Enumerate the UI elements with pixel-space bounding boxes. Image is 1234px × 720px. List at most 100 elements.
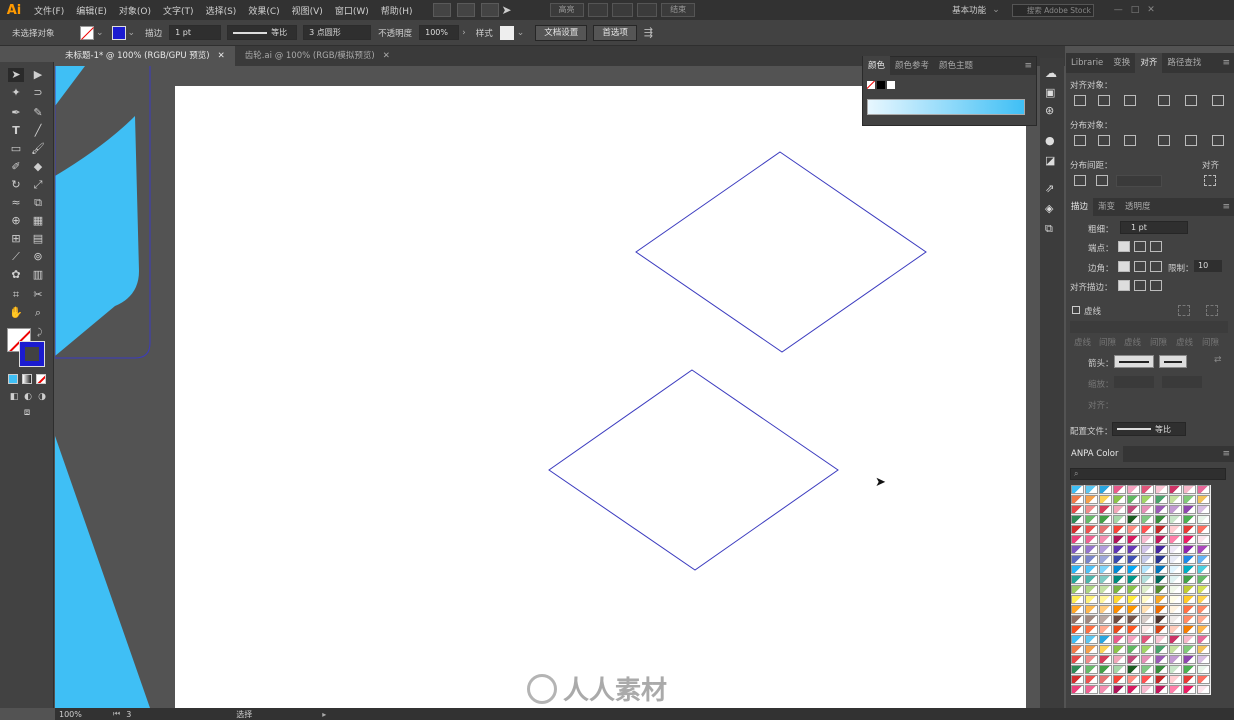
swatch-cell[interactable]: [1197, 685, 1210, 694]
weight-field[interactable]: 1 pt: [1120, 221, 1188, 234]
swatch-cell[interactable]: [1197, 625, 1210, 634]
swatch-cell[interactable]: [1113, 675, 1126, 684]
swatch-cell[interactable]: [1197, 645, 1210, 654]
swatch-cell[interactable]: [1183, 625, 1196, 634]
swatch-cell[interactable]: [1071, 635, 1084, 644]
swatch-cell[interactable]: [1169, 545, 1182, 554]
swatch-cell[interactable]: [1169, 605, 1182, 614]
swatch-cell[interactable]: [1071, 515, 1084, 524]
swatch-cell[interactable]: [1169, 635, 1182, 644]
swatch-cell[interactable]: [1183, 585, 1196, 594]
swatch-cell[interactable]: [1183, 565, 1196, 574]
swatch-cell[interactable]: [1085, 565, 1098, 574]
swatch-cell[interactable]: [1155, 595, 1168, 604]
swatch-cell[interactable]: [1113, 505, 1126, 514]
swatch-cell[interactable]: [1085, 555, 1098, 564]
swatch-cell[interactable]: [1183, 645, 1196, 654]
align-right-icon[interactable]: [1124, 95, 1136, 106]
distribute-hcenter-icon[interactable]: [1185, 135, 1197, 146]
swatch-cell[interactable]: [1155, 555, 1168, 564]
swatch-cell[interactable]: [1071, 485, 1084, 494]
butt-cap-icon[interactable]: [1118, 241, 1130, 252]
swatch-cell[interactable]: [1183, 595, 1196, 604]
swatch-cell[interactable]: [1127, 655, 1140, 664]
swatch-cell[interactable]: [1099, 655, 1112, 664]
eraser-icon[interactable]: ◆: [30, 160, 46, 174]
panel-menu-icon[interactable]: ≡: [1222, 58, 1234, 68]
swatch-cell[interactable]: [1071, 525, 1084, 534]
swatch-cell[interactable]: [1099, 595, 1112, 604]
swatch-cell[interactable]: [1071, 555, 1084, 564]
swatch-cell[interactable]: [1085, 525, 1098, 534]
swatch-cell[interactable]: [1071, 505, 1084, 514]
menu-select[interactable]: 选择(S): [200, 4, 243, 17]
maximize-icon[interactable]: □: [1131, 5, 1140, 15]
swatch-cell[interactable]: [1127, 565, 1140, 574]
color-mode-icon[interactable]: [8, 374, 18, 384]
swatch-cell[interactable]: [1169, 675, 1182, 684]
align-top-icon[interactable]: [1158, 95, 1170, 106]
swatch-cell[interactable]: [1169, 555, 1182, 564]
swatch-cell[interactable]: [1141, 615, 1154, 624]
menu-file[interactable]: 文件(F): [28, 4, 70, 17]
anpa-swatch-grid[interactable]: [1071, 485, 1211, 695]
zoom-level[interactable]: 100%: [59, 710, 99, 719]
distribute-right-icon[interactable]: [1212, 135, 1224, 146]
gpu-performance-icon[interactable]: ➤: [502, 3, 520, 17]
panel-menu-icon[interactable]: ≡: [1222, 449, 1234, 459]
preferences-button[interactable]: 首选项: [593, 24, 637, 41]
segment-highlight[interactable]: 高亮: [549, 3, 584, 17]
spacing-field[interactable]: [1116, 175, 1162, 187]
swatch-cell[interactable]: [1071, 675, 1084, 684]
swatch-cell[interactable]: [1141, 525, 1154, 534]
swatch-cell[interactable]: [1127, 605, 1140, 614]
swatch-cell[interactable]: [1141, 485, 1154, 494]
swatch-cell[interactable]: [1113, 485, 1126, 494]
swatch-cell[interactable]: [1085, 485, 1098, 494]
swatch-cell[interactable]: [1141, 535, 1154, 544]
swatch-cell[interactable]: [1155, 565, 1168, 574]
swatch-cell[interactable]: [1197, 595, 1210, 604]
start-scale-field[interactable]: [1114, 376, 1154, 388]
menu-edit[interactable]: 编辑(E): [70, 4, 113, 17]
artboard[interactable]: ➤ 人人素材: [175, 86, 1026, 710]
swatch-cell[interactable]: [1085, 665, 1098, 674]
distribute-left-icon[interactable]: [1158, 135, 1170, 146]
swatch-cell[interactable]: [1197, 535, 1210, 544]
swatch-cell[interactable]: [1071, 665, 1084, 674]
swatch-cell[interactable]: [1169, 625, 1182, 634]
swatch-cell[interactable]: [1113, 555, 1126, 564]
brush-definition[interactable]: 3 点圆形: [303, 25, 372, 40]
swatch-cell[interactable]: [1113, 665, 1126, 674]
arrange-docs-icon[interactable]: [480, 3, 499, 17]
swatch-cell[interactable]: [1113, 625, 1126, 634]
none-swatch[interactable]: [867, 81, 875, 89]
swatch-cell[interactable]: [1071, 655, 1084, 664]
column-graph-icon[interactable]: ▥: [30, 268, 46, 282]
swatch-cell[interactable]: [1169, 535, 1182, 544]
swatch-cell[interactable]: [1141, 625, 1154, 634]
document-setup-button[interactable]: 文档设置: [535, 24, 588, 41]
swatch-cell[interactable]: [1155, 645, 1168, 654]
close-icon[interactable]: ✕: [218, 46, 225, 66]
align-to-selection-icon[interactable]: [1204, 175, 1216, 186]
swatch-cell[interactable]: [1113, 615, 1126, 624]
swatch-cell[interactable]: [1127, 495, 1140, 504]
swatch-cell[interactable]: [1099, 685, 1112, 694]
layers-icon[interactable]: ◈: [1045, 202, 1053, 215]
minimize-icon[interactable]: —: [1114, 5, 1123, 15]
appearance-icon[interactable]: ●: [1045, 134, 1055, 147]
close-icon[interactable]: ✕: [383, 46, 390, 66]
swatch-cell[interactable]: [1071, 585, 1084, 594]
menu-view[interactable]: 视图(V): [286, 4, 329, 17]
anpa-title[interactable]: ANPA Color: [1066, 444, 1124, 464]
swatch-cell[interactable]: [1155, 575, 1168, 584]
chevron-down-icon[interactable]: ⌄: [96, 28, 104, 38]
stroke-label[interactable]: 描边: [145, 27, 162, 39]
none-mode-icon[interactable]: [36, 374, 46, 384]
swatch-cell[interactable]: [1155, 515, 1168, 524]
swatch-cell[interactable]: [1085, 505, 1098, 514]
selection-tool-icon[interactable]: ➤: [8, 68, 24, 82]
align-stroke-center-icon[interactable]: [1118, 280, 1130, 291]
swatch-cell[interactable]: [1127, 665, 1140, 674]
